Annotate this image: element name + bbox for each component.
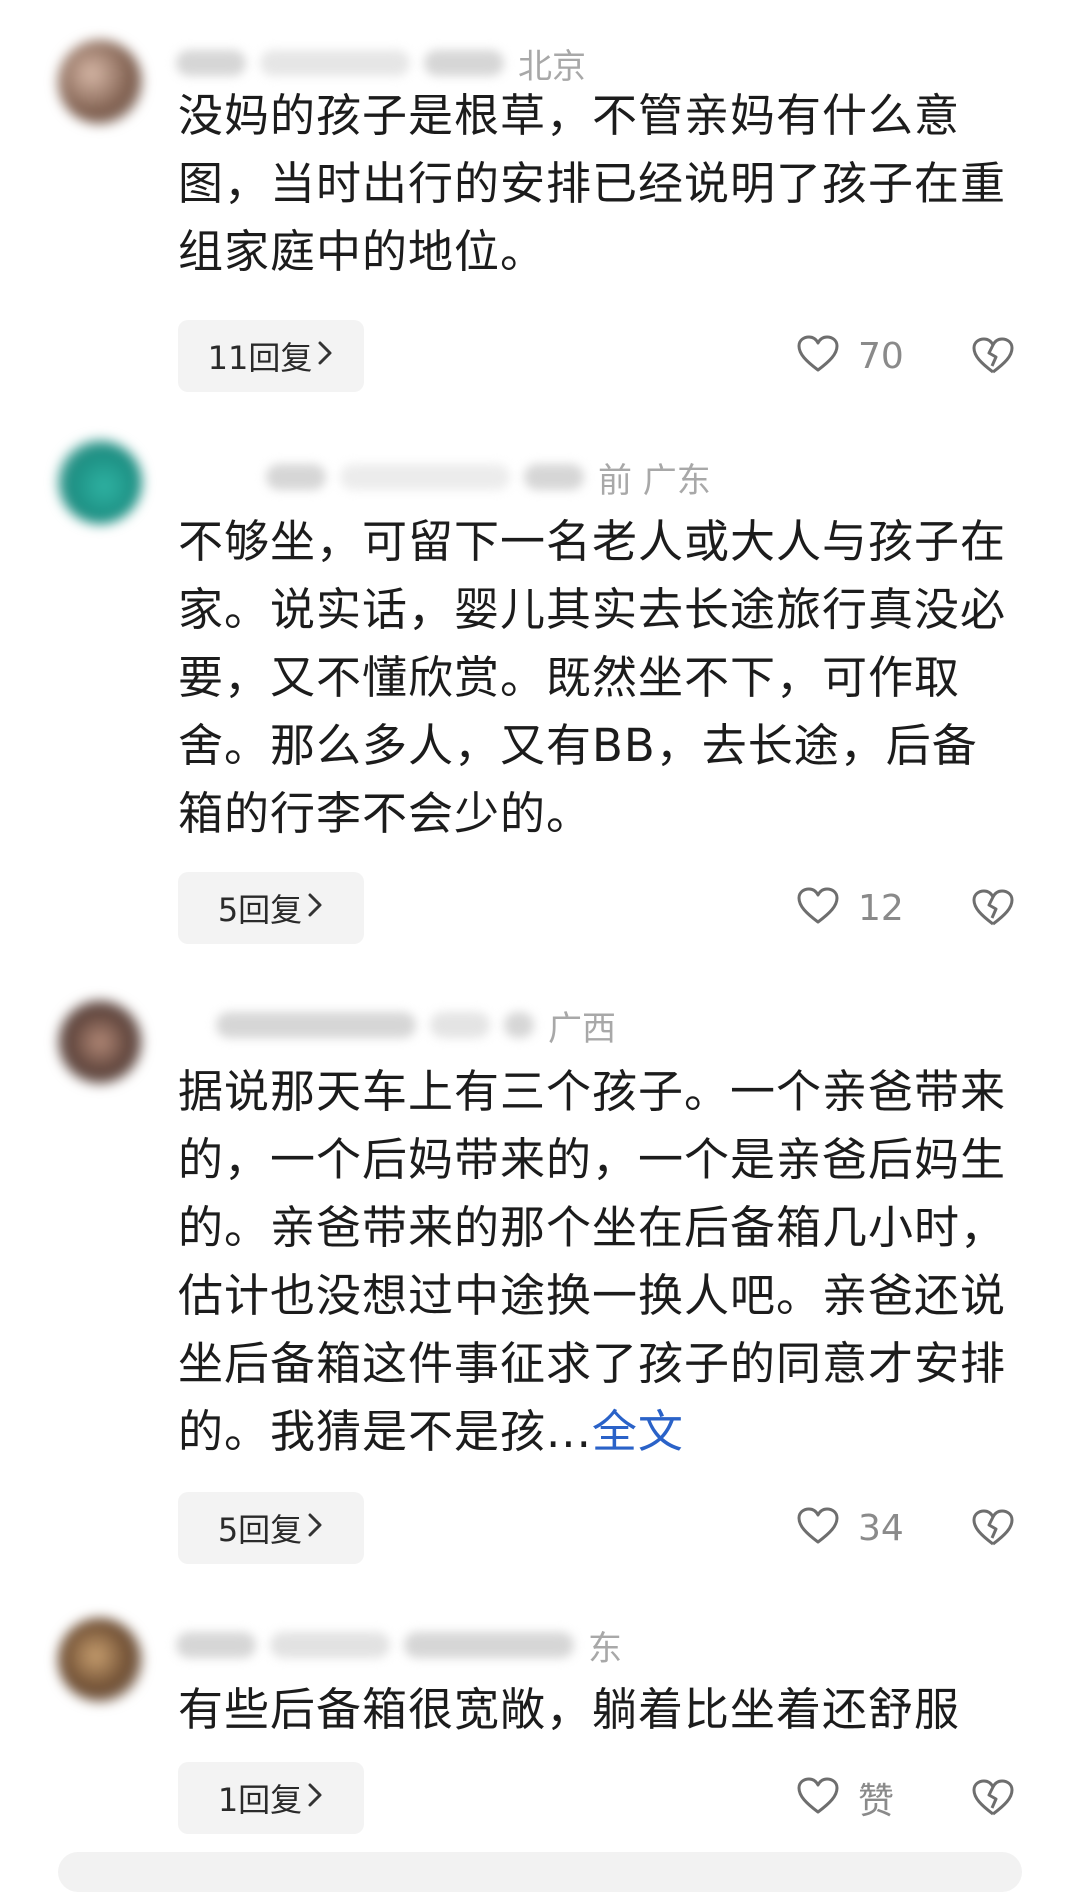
comment-meta: 广西 <box>176 1000 616 1050</box>
heart-outline-icon <box>796 886 840 930</box>
reply-button[interactable]: 5回复 <box>178 872 364 944</box>
like-count: 34 <box>858 1507 904 1549</box>
comment-meta: 北京 <box>176 38 586 88</box>
like-button[interactable]: 34 <box>796 1492 904 1564</box>
like-button[interactable]: 12 <box>796 872 904 944</box>
username-blurred <box>270 1632 390 1658</box>
comment-body: 有些后备箱很宽敞，躺着比坐着还舒服 <box>178 1683 961 1736</box>
broken-heart-icon[interactable] <box>970 1492 1016 1564</box>
expand-full-text-link[interactable]: 全文 <box>592 1405 684 1458</box>
time-blurred <box>424 50 504 76</box>
broken-heart-icon[interactable] <box>970 1762 1016 1834</box>
username-blurred[interactable] <box>266 464 326 490</box>
time-blurred <box>404 1632 574 1658</box>
avatar[interactable] <box>58 440 142 524</box>
reply-label: 1回复 <box>217 1781 303 1819</box>
comment-body: 不够坐，可留下一名老人或大人与孩子在家。说实话，婴儿其实去长途旅行真没必要，又不… <box>178 515 1007 840</box>
comment-meta: 东 <box>176 1620 622 1670</box>
comment-location: 东 <box>588 1628 622 1669</box>
chevron-right-icon <box>306 1511 324 1546</box>
comment-body: 没妈的孩子是根草，不管亲妈有什么意图，当时出行的安排已经说明了孩子在重组家庭中的… <box>178 89 1007 278</box>
chevron-right-icon <box>316 339 334 374</box>
reply-button[interactable]: 1回复 <box>178 1762 364 1834</box>
reply-label: 5回复 <box>217 891 303 929</box>
chevron-right-icon <box>306 1781 324 1816</box>
username-blurred[interactable] <box>176 50 246 76</box>
like-count: 70 <box>858 335 904 377</box>
comment-location: 广西 <box>548 1008 616 1049</box>
heart-outline-icon <box>796 1776 840 1820</box>
username-blurred <box>260 50 410 76</box>
time-blurred <box>504 1012 534 1038</box>
username-blurred[interactable] <box>216 1012 416 1038</box>
reply-button[interactable]: 5回复 <box>178 1492 364 1564</box>
username-blurred <box>340 464 510 490</box>
avatar[interactable] <box>58 1000 142 1084</box>
like-button[interactable]: 赞 <box>796 1762 894 1834</box>
next-comment-placeholder <box>58 1852 1022 1892</box>
comment-body: 据说那天车上有三个孩子。一个亲爸带来的，一个后妈带来的，一个是亲爸后妈生的。亲爸… <box>178 1065 1007 1458</box>
comment-text: 据说那天车上有三个孩子。一个亲爸带来的，一个后妈带来的，一个是亲爸后妈生的。亲爸… <box>178 1058 1008 1466</box>
heart-outline-icon <box>796 1506 840 1550</box>
heart-outline-icon <box>796 334 840 378</box>
reply-label: 11回复 <box>207 339 313 377</box>
broken-heart-icon[interactable] <box>970 320 1016 392</box>
comment-text: 有些后备箱很宽敞，躺着比坐着还舒服 <box>178 1676 1008 1744</box>
broken-heart-icon[interactable] <box>970 872 1016 944</box>
username-blurred <box>430 1012 490 1038</box>
comment-meta: 前 广东 <box>176 452 711 502</box>
reply-button[interactable]: 11回复 <box>178 320 364 392</box>
avatar[interactable] <box>58 40 142 124</box>
comment-time-location: 前 广东 <box>598 460 711 501</box>
like-count: 12 <box>858 887 904 929</box>
username-blurred[interactable] <box>176 1632 256 1658</box>
chevron-right-icon <box>306 891 324 926</box>
time-blurred <box>524 464 584 490</box>
like-label: 赞 <box>858 1781 895 1822</box>
comment-location: 北京 <box>518 46 586 87</box>
comment-text: 不够坐，可留下一名老人或大人与孩子在家。说实话，婴儿其实去长途旅行真没必要，又不… <box>178 508 1008 848</box>
comment-text: 没妈的孩子是根草，不管亲妈有什么意图，当时出行的安排已经说明了孩子在重组家庭中的… <box>178 82 1008 286</box>
like-button[interactable]: 70 <box>796 320 904 392</box>
avatar[interactable] <box>58 1618 142 1702</box>
reply-label: 5回复 <box>217 1511 303 1549</box>
